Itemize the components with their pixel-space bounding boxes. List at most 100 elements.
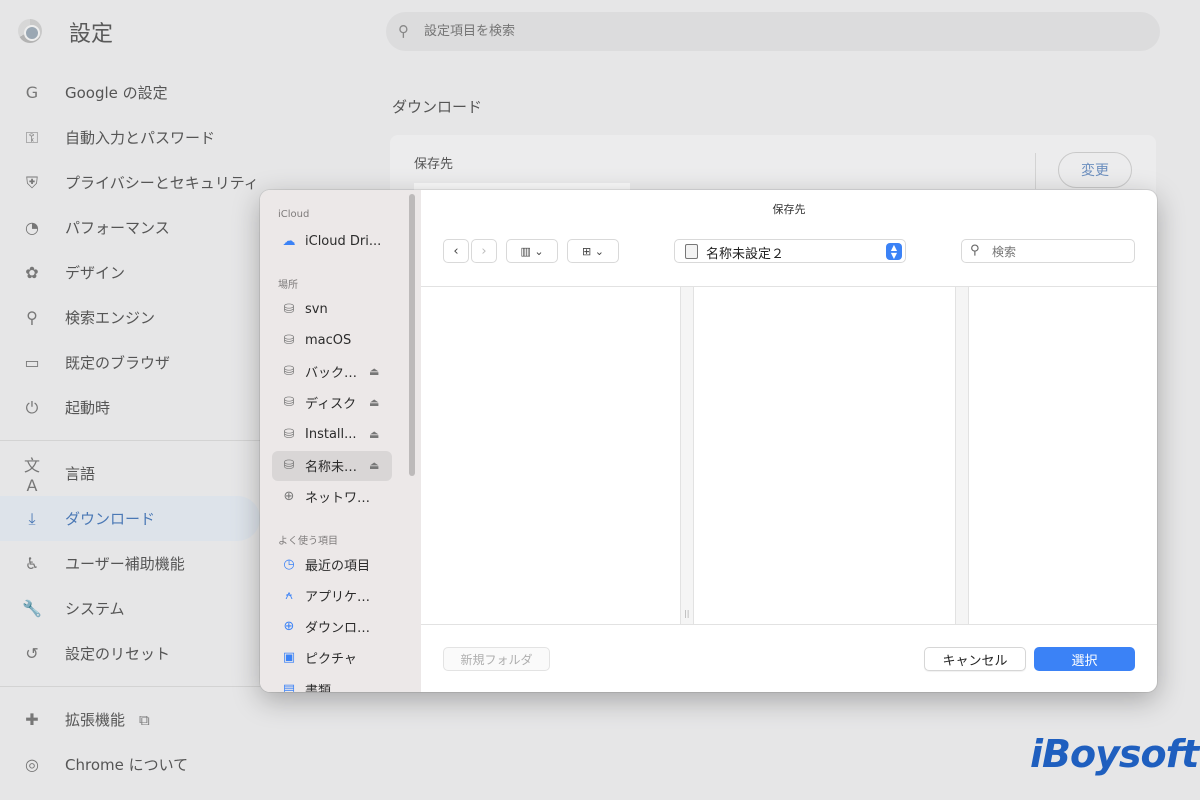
sidebar-scrollbar[interactable]	[409, 194, 415, 476]
nav-icon: ⛨	[25, 172, 38, 192]
sidebar-item[interactable]: ◔ パフォーマンス	[0, 205, 260, 250]
sidebar-item[interactable]: ☁ iCloud Dri...	[272, 226, 392, 256]
grid-icon: ⊞	[582, 244, 592, 258]
sidebar-item-label: ディスク	[305, 397, 357, 413]
sidebar-item-label: macOS	[305, 332, 352, 348]
sidebar-item-label: 最近の項目	[305, 558, 371, 574]
sidebar-item-label: iCloud Dri...	[305, 233, 382, 249]
drive-icon: ⛁	[283, 301, 295, 317]
sidebar-item[interactable]: ▭ 既定のブラウザ	[0, 340, 260, 385]
sidebar-item[interactable]: ⚿ 自動入力とパスワード	[0, 115, 260, 160]
sidebar-item[interactable]: 🔧 システム	[0, 586, 260, 631]
settings-search-bar[interactable]: ⚲	[386, 12, 1160, 51]
sidebar-item-label: 自動入力とパスワード	[65, 129, 216, 147]
chevron-left-icon: ‹	[453, 243, 459, 259]
iboysoft-logo: iBoysoft	[1030, 732, 1199, 776]
sidebar-item-label: パフォーマンス	[65, 219, 170, 237]
new-folder-button[interactable]: 新規フォルダ	[443, 647, 550, 671]
sidebar-item[interactable]: G Google の設定	[0, 70, 260, 115]
dialog-search-field[interactable]: ⚲	[961, 239, 1135, 263]
sidebar-item[interactable]: ◎ Chrome について	[0, 742, 260, 787]
sidebar-header-favorites: よく使う項目	[278, 536, 338, 547]
sidebar-item[interactable]: ⚲ 検索エンジン	[0, 295, 260, 340]
chevron-down-icon: ⌄	[534, 244, 544, 258]
sidebar-item[interactable]: ⛁ Install... ⏏	[272, 419, 392, 449]
forward-button[interactable]: ›	[471, 239, 497, 263]
sidebar-item[interactable]: ⛁ ディスク ⏏	[272, 388, 392, 418]
sidebar-item-label: ピクチャ	[305, 652, 357, 668]
path-label: 名称未設定２	[706, 247, 785, 262]
sidebar-item[interactable]: ◷ 最近の項目	[272, 549, 392, 579]
sidebar-item[interactable]: ⛨ プライバシーとセキュリティ	[0, 160, 260, 205]
nav-icon: ⚲	[26, 308, 38, 327]
photo-icon: ▣	[282, 650, 296, 666]
nav-icon: ⚿	[25, 127, 39, 147]
sidebar-item[interactable]: ⛁ バック… ⏏	[272, 357, 392, 387]
sidebar-item[interactable]: ⏻ 起動時	[0, 385, 260, 430]
nav-icon: G	[25, 83, 39, 102]
nav-divider	[0, 440, 260, 441]
sidebar-header-icloud: iCloud	[278, 209, 310, 220]
sidebar-item[interactable]: ▣ ピクチャ	[272, 643, 392, 673]
sidebar-item-label: 起動時	[65, 399, 111, 417]
sidebar-item[interactable]: ✚ 拡張機能 ⧉	[0, 697, 260, 742]
change-location-button[interactable]: 変更	[1058, 152, 1132, 188]
sidebar-item[interactable]: ⍲ アプリケ…	[272, 580, 392, 610]
nav-divider	[0, 686, 260, 687]
eject-icon[interactable]: ⏏	[369, 459, 379, 472]
drive-icon: ⛁	[283, 364, 295, 380]
sidebar-item-label: Chrome について	[65, 756, 189, 774]
group-button[interactable]: ⊞ ⌄	[567, 239, 619, 263]
chrome-logo-icon	[18, 19, 42, 43]
sidebar-item[interactable]: ⤓ ダウンロード	[0, 496, 260, 541]
folder-picker-dialog: iCloud ☁ iCloud Dri... 場所 ⛁ svn ⛁ macOS ⛁ バック……	[260, 190, 1157, 692]
sidebar-item-label: バック…	[305, 366, 358, 382]
sidebar-item-label: Google の設定	[65, 84, 168, 102]
sidebar-item[interactable]: ⛁ macOS	[272, 325, 392, 355]
eject-icon[interactable]: ⏏	[369, 365, 379, 378]
sidebar-item[interactable]: ✿ デザイン	[0, 250, 260, 295]
nav-icon: ↺	[25, 644, 39, 663]
sidebar-item-label: 書類	[305, 683, 332, 692]
sidebar-item-label: 名称未…	[305, 460, 358, 475]
nav-icon: ◔	[25, 218, 39, 237]
document-icon: ▤	[282, 681, 296, 692]
view-mode-button[interactable]: ▥ ⌄	[506, 239, 558, 263]
nav-icon: 🔧	[22, 599, 42, 618]
download-icon: ⊕	[283, 619, 295, 635]
search-icon: ⚲	[398, 22, 409, 40]
drive-icon: ⛁	[283, 458, 295, 473]
nav-icon: ⏻	[25, 397, 39, 417]
sidebar-item[interactable]: ⛁ svn	[272, 294, 392, 324]
sidebar-item-label: svn	[305, 301, 328, 317]
sidebar-item[interactable]: 文A 言語	[0, 451, 260, 496]
back-button[interactable]: ‹	[443, 239, 469, 263]
sidebar-item[interactable]: ⊕ ネットワ…	[272, 482, 392, 512]
section-title: ダウンロード	[392, 98, 483, 116]
globe-icon: ⊕	[283, 489, 295, 505]
sidebar-item[interactable]: ▤ 書類	[272, 674, 392, 692]
column-resize-handle[interactable]	[955, 287, 969, 624]
sidebar-item[interactable]: ↺ 設定のリセット	[0, 631, 260, 676]
sidebar-item-label: ダウンロード	[65, 510, 156, 528]
external-link-icon: ⧉	[139, 710, 150, 729]
select-button[interactable]: 選択	[1034, 647, 1135, 671]
nav-icon: ▭	[24, 353, 40, 372]
columns-view-icon: ▥	[520, 244, 531, 258]
dialog-search-input[interactable]	[992, 243, 1122, 260]
column-resize-handle[interactable]: ||	[680, 287, 694, 624]
chevron-right-icon: ›	[481, 243, 487, 259]
settings-search-input[interactable]	[424, 21, 924, 41]
path-popup[interactable]: 名称未設定２ ▲ ▼	[674, 239, 906, 263]
dialog-title: 保存先	[772, 203, 806, 216]
eject-icon[interactable]: ⏏	[369, 396, 379, 409]
sidebar-item-label: ネットワ…	[305, 491, 371, 507]
eject-icon[interactable]: ⏏	[369, 428, 379, 441]
sidebar-item[interactable]: ⛁ 名称未… ⏏	[272, 450, 392, 481]
browser-bottom-border	[421, 624, 1157, 625]
sidebar-item-label: 設定のリセット	[65, 645, 171, 663]
sidebar-item[interactable]: ♿ ユーザー補助機能	[0, 541, 260, 586]
sidebar-item[interactable]: ⊕ ダウンロ…	[272, 612, 392, 642]
sidebar-item-label: 検索エンジン	[65, 309, 156, 327]
cancel-button[interactable]: キャンセル	[924, 647, 1026, 671]
